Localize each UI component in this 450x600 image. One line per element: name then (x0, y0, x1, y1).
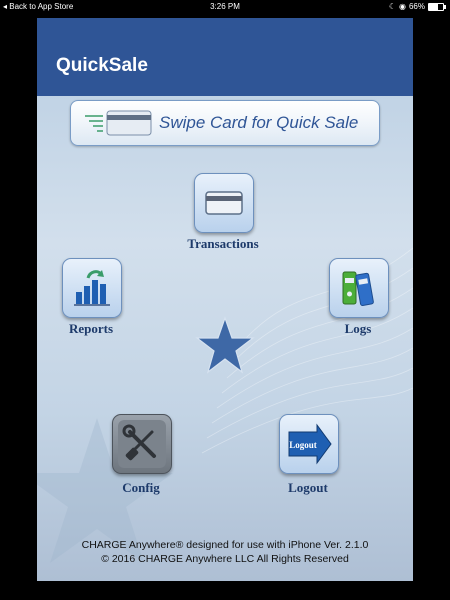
battery-percent: 66% (408, 2, 425, 11)
status-time: 3:26 PM (210, 2, 240, 11)
bar-chart-icon (74, 270, 110, 306)
swipe-card-label: Swipe Card for Quick Sale (159, 113, 359, 132)
logout-button[interactable]: Logout (279, 414, 339, 474)
status-bar: ◂ Back to App Store 3:26 PM ☾ ◉ 66% (0, 0, 450, 14)
logs-button[interactable] (329, 258, 389, 318)
moon-icon: ☾ (388, 2, 396, 11)
config-label: Config (122, 480, 160, 495)
logout-icon-text: Logout (289, 440, 317, 450)
footer-version-text: CHARGE Anywhere® designed for use with i… (81, 539, 369, 551)
binders-icon (342, 271, 374, 306)
config-button[interactable] (112, 414, 172, 474)
swipe-card-icon (85, 110, 152, 136)
credit-card-icon (205, 191, 243, 215)
logs-label: Logs (344, 321, 372, 336)
title-bar: QuickSale (37, 18, 413, 96)
transactions-button[interactable] (194, 173, 254, 233)
footer-copyright-text: © 2016 CHARGE Anywhere LLC All Rights Re… (101, 553, 349, 565)
app-screen: QuickSale Swipe Card for Quick Sale Tran… (37, 18, 413, 581)
arrow-right-icon: Logout (288, 423, 332, 465)
battery-icon (428, 2, 446, 11)
logout-label: Logout (288, 480, 328, 495)
reports-button[interactable] (62, 258, 122, 318)
status-right: ☾ ◉ 66% (388, 2, 446, 11)
swipe-card-button[interactable]: Swipe Card for Quick Sale (70, 100, 380, 146)
lock-rotation-icon: ◉ (399, 2, 406, 11)
tools-icon (118, 420, 166, 468)
transactions-label: Transactions (187, 236, 259, 251)
page-title: QuickSale (56, 55, 148, 76)
reports-label: Reports (68, 321, 114, 336)
center-star-icon (195, 316, 255, 374)
